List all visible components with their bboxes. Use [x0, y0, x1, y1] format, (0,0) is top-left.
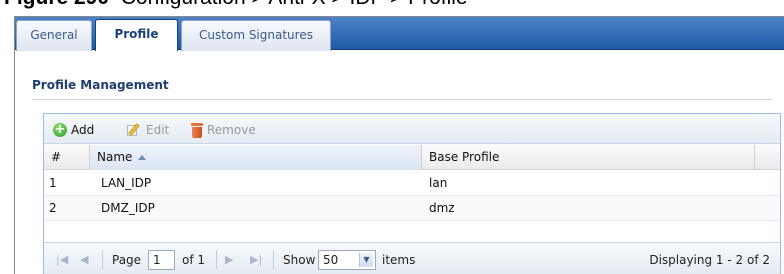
add-icon: +: [53, 122, 67, 137]
sort-ascending-icon: [138, 155, 147, 160]
row-base-profile: lan: [429, 176, 448, 190]
figure-caption-number: Figure 290: [4, 0, 109, 9]
tab-custom-signatures[interactable]: Custom Signatures: [181, 20, 331, 51]
tab-profile[interactable]: Profile: [95, 19, 178, 51]
edit-label: Edit: [146, 123, 170, 137]
add-label: Add: [71, 123, 95, 137]
column-header-name-label: Name: [97, 150, 133, 164]
edit-button[interactable]: Edit: [126, 121, 169, 139]
tab-bar: General Profile Custom Signatures: [15, 17, 784, 51]
edit-icon: [126, 123, 142, 137]
profile-window: General Profile Custom Signatures Profil…: [14, 16, 784, 274]
row-name: DMZ_IDP: [101, 201, 155, 215]
tab-general[interactable]: General: [16, 20, 92, 51]
column-header-number[interactable]: #: [44, 145, 90, 170]
section-divider: [32, 99, 772, 100]
table-header: # Name Base Profile: [44, 145, 780, 170]
grid-toolbar: + Add Edit Remove: [44, 114, 780, 144]
remove-label: Remove: [207, 123, 256, 137]
page-count-label: of 1: [182, 253, 206, 267]
page-number-input[interactable]: 1: [148, 250, 175, 270]
row-number: 2: [49, 201, 57, 215]
figure-caption: Figure 290 Configuration > Anti-X > IDP …: [4, 0, 468, 9]
column-header-spacer: [755, 145, 782, 170]
previous-page-icon[interactable]: ◀: [80, 251, 88, 269]
trash-icon: [191, 122, 203, 138]
paging-toolbar: |◀ ◀ Page 1 of 1 ▶ ▶| Show 50 ▼ items Dis…: [44, 242, 780, 274]
last-page-icon[interactable]: ▶|: [250, 251, 262, 269]
row-number: 1: [49, 176, 57, 190]
figure-caption-text: Configuration > Anti-X > IDP > Profile: [121, 0, 468, 9]
row-name: LAN_IDP: [101, 176, 152, 190]
pager-divider: [216, 250, 217, 269]
add-button[interactable]: + Add: [53, 121, 94, 139]
section-title: Profile Management: [32, 78, 169, 92]
chevron-down-icon: ▼: [359, 253, 373, 267]
page-label: Page: [112, 253, 142, 267]
column-header-base-profile[interactable]: Base Profile: [422, 145, 755, 170]
table-row[interactable]: 1 LAN_IDP lan: [44, 171, 780, 196]
page-size-value: 50: [323, 253, 339, 267]
items-label: items: [382, 253, 416, 267]
table-row[interactable]: 2 DMZ_IDP dmz: [44, 196, 780, 221]
row-base-profile: dmz: [429, 201, 455, 215]
pager-divider: [102, 250, 103, 269]
profile-grid: + Add Edit Remove # Name Base Profile 1 …: [43, 113, 781, 274]
next-page-icon[interactable]: ▶: [225, 251, 233, 269]
remove-button[interactable]: Remove: [191, 121, 256, 139]
display-count: Displaying 1 - 2 of 2: [649, 253, 770, 267]
pager-divider: [273, 250, 274, 269]
column-header-name[interactable]: Name: [90, 145, 422, 170]
page-size-select[interactable]: 50 ▼: [318, 250, 376, 270]
show-label: Show: [283, 253, 316, 267]
first-page-icon[interactable]: |◀: [56, 251, 68, 269]
